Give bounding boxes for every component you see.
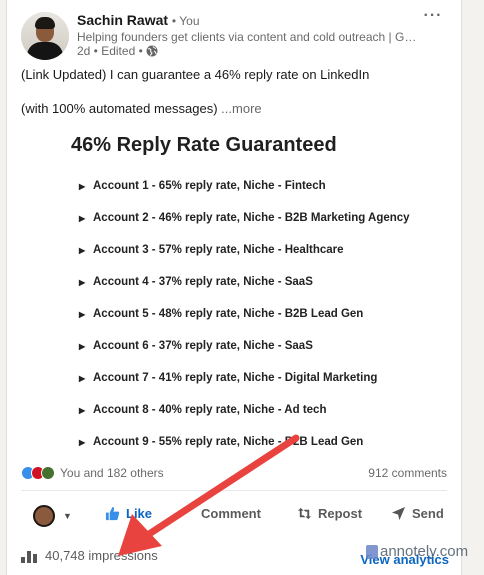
author-avatar[interactable]: [21, 12, 69, 60]
post-header: Sachin Rawat • You Helping founders get …: [21, 8, 449, 60]
image-title: 46% Reply Rate Guaranteed: [71, 134, 337, 156]
account-item-text: Account 6 - 37% reply rate, Niche - SaaS: [93, 340, 313, 352]
divider: [21, 490, 447, 491]
watermark-logo-icon: [366, 544, 378, 559]
impressions[interactable]: 40,748 impressions: [21, 548, 158, 563]
repost-label: Repost: [318, 506, 363, 521]
account-item-text: Account 9 - 55% reply rate, Niche - B2B …: [93, 436, 364, 448]
account-item: ▶ Account 5 - 48% reply rate, Niche - B2B…: [79, 308, 410, 340]
triangle-bullet-icon: ▶: [79, 406, 86, 415]
account-item: ▶ Account 4 - 37% reply rate, Niche - Saa…: [79, 276, 410, 308]
account-item: ▶ Account 1 - 65% reply rate, Niche - Fin…: [79, 180, 410, 212]
triangle-bullet-icon: ▶: [79, 182, 86, 191]
account-item: ▶ Account 7 - 41% reply rate, Niche - Dig…: [79, 372, 410, 404]
comment-label: Comment: [201, 506, 261, 521]
account-item-text: Account 8 - 40% reply rate, Niche - Ad t…: [93, 404, 327, 416]
account-item-text: Account 4 - 37% reply rate, Niche - SaaS: [93, 276, 313, 288]
watermark: annotely.com: [366, 543, 468, 560]
post-line-2: (with 100% automated messages): [21, 101, 218, 116]
thumbs-up-icon: [105, 506, 120, 521]
triangle-bullet-icon: ▶: [79, 310, 86, 319]
post-meta: 2d • Edited •: [77, 44, 158, 58]
bar-chart-icon: [21, 550, 37, 563]
post-meta-text: 2d • Edited •: [77, 44, 143, 58]
send-label: Send: [412, 506, 444, 521]
chevron-down-icon[interactable]: ▼: [63, 511, 72, 521]
triangle-bullet-icon: ▶: [79, 246, 86, 255]
post-card: Sachin Rawat • You Helping founders get …: [6, 0, 462, 575]
account-item-text: Account 3 - 57% reply rate, Niche - Heal…: [93, 244, 344, 256]
repost-icon: [297, 507, 312, 520]
social-counts: You and 182 others 912 comments: [21, 466, 447, 484]
account-item: ▶ Account 9 - 55% reply rate, Niche - B2B…: [79, 436, 410, 460]
reactions-count: You and 182 others: [60, 466, 164, 480]
triangle-bullet-icon: ▶: [79, 438, 86, 447]
triangle-bullet-icon: ▶: [79, 214, 86, 223]
like-button[interactable]: Like: [105, 506, 152, 521]
account-item: ▶ Account 2 - 46% reply rate, Niche - B2B…: [79, 212, 410, 244]
account-item-text: Account 7 - 41% reply rate, Niche - Digi…: [93, 372, 378, 384]
account-item-text: Account 5 - 48% reply rate, Niche - B2B …: [93, 308, 364, 320]
account-item-text: Account 1 - 65% reply rate, Niche - Fint…: [93, 180, 326, 192]
account-item: ▶ Account 8 - 40% reply rate, Niche - Ad …: [79, 404, 410, 436]
more-options-icon[interactable]: ···: [421, 8, 445, 28]
send-icon: [391, 506, 406, 521]
author-name-row: Sachin Rawat • You: [77, 12, 200, 28]
triangle-bullet-icon: ▶: [79, 342, 86, 351]
triangle-bullet-icon: ▶: [79, 278, 86, 287]
account-item: ▶ Account 3 - 57% reply rate, Niche - Hea…: [79, 244, 410, 276]
see-more-link[interactable]: ...more: [221, 101, 261, 116]
triangle-bullet-icon: ▶: [79, 374, 86, 383]
support-reaction-icon: [41, 466, 55, 480]
post-image[interactable]: 46% Reply Rate Guaranteed ▶ Account 1 - 6…: [21, 128, 453, 460]
actor-avatar[interactable]: [33, 505, 55, 527]
author-name[interactable]: Sachin Rawat: [77, 12, 168, 28]
send-button[interactable]: Send: [391, 506, 444, 521]
post-text: (Link Updated) I can guarantee a 46% rep…: [21, 66, 445, 134]
post-line-1: (Link Updated) I can guarantee a 46% rep…: [21, 67, 370, 82]
author-relation: • You: [171, 14, 200, 28]
post-line-2-wrap: (with 100% automated messages) ...more: [21, 100, 445, 117]
image-account-list: ▶ Account 1 - 65% reply rate, Niche - Fin…: [79, 180, 410, 460]
account-item-text: Account 2 - 46% reply rate, Niche - B2B …: [93, 212, 410, 224]
reactions-summary[interactable]: You and 182 others: [21, 466, 164, 480]
watermark-text: annotely.com: [380, 543, 469, 560]
globe-icon: [146, 45, 158, 57]
action-bar: ▼ Like Comment Repost Send: [21, 500, 447, 532]
impressions-count: 40,748 impressions: [45, 548, 158, 563]
comment-button[interactable]: Comment: [201, 506, 261, 521]
like-label: Like: [126, 506, 153, 521]
account-item: ▶ Account 6 - 37% reply rate, Niche - Saa…: [79, 340, 410, 372]
comments-count[interactable]: 912 comments: [368, 466, 447, 480]
author-headline: Helping founders get clients via content…: [77, 30, 417, 44]
repost-button[interactable]: Repost: [297, 506, 362, 521]
